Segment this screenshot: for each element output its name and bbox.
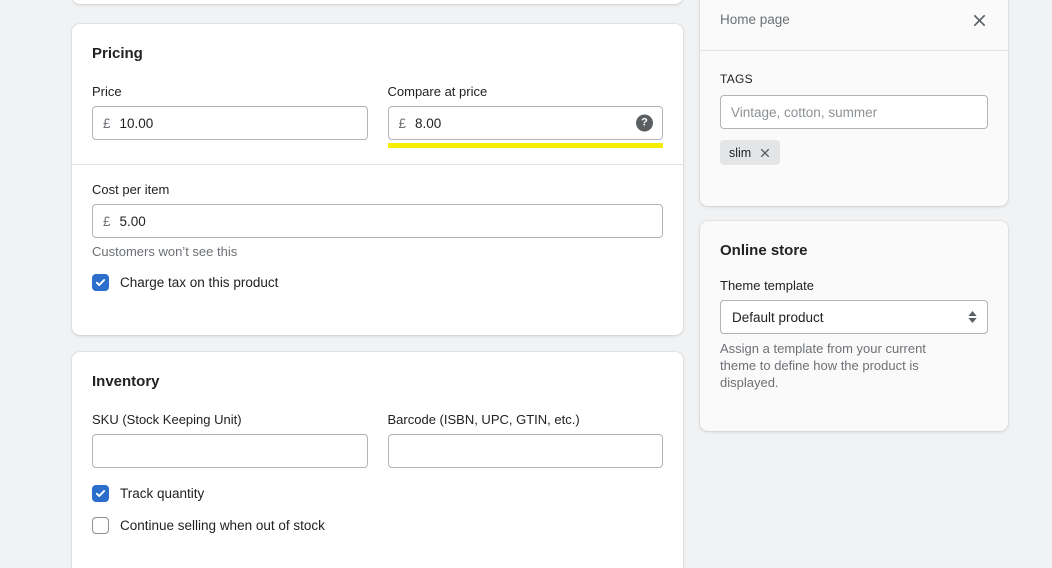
compare-at-price-currency-symbol: £: [398, 115, 407, 131]
sku-input[interactable]: [92, 434, 368, 468]
compare-at-price-label: Compare at price: [387, 84, 488, 99]
continue-selling-checkbox[interactable]: [92, 517, 109, 534]
sales-channels-card: Home page TAGS Vintage, cotton, summer s…: [700, 0, 1008, 206]
price-currency-symbol: £: [103, 115, 111, 131]
cost-per-item-label: Cost per item: [92, 182, 170, 197]
pricing-card-title: Pricing: [92, 45, 143, 62]
theme-template-selected-value: Default product: [732, 309, 824, 325]
continue-selling-checkbox-row[interactable]: Continue selling when out of stock: [92, 517, 663, 534]
cost-per-item-help-text: Customers won’t see this: [92, 244, 238, 259]
sku-field-group: SKU (Stock Keeping Unit): [92, 412, 368, 468]
track-quantity-checkbox-row[interactable]: Track quantity: [92, 485, 663, 502]
previous-card-clipped: [72, 0, 683, 4]
tags-section-label: TAGS: [720, 72, 753, 86]
continue-selling-label: Continue selling when out of stock: [120, 518, 325, 533]
compare-at-price-field-group: Compare at price £ 8.00 ?: [387, 84, 663, 148]
price-fields-row: Price £ 10.00 Compare at price £ 8.00 ?: [92, 84, 663, 148]
charge-tax-label: Charge tax on this product: [120, 275, 279, 290]
sku-label: SKU (Stock Keeping Unit): [92, 412, 242, 427]
track-quantity-checkbox[interactable]: [92, 485, 109, 502]
price-label: Price: [92, 84, 122, 99]
compare-at-price-input[interactable]: £ 8.00 ?: [387, 106, 663, 140]
compare-at-price-input-value: 8.00: [415, 115, 442, 131]
theme-template-label: Theme template: [720, 278, 814, 293]
home-page-label: Home page: [720, 12, 790, 27]
tags-input[interactable]: Vintage, cotton, summer: [720, 95, 988, 129]
tag-chip-slim[interactable]: slim: [720, 140, 781, 165]
cost-per-item-input-value: 5.00: [119, 213, 146, 229]
cost-per-item-currency-symbol: £: [103, 213, 111, 229]
inventory-card: Inventory SKU (Stock Keeping Unit) Barco…: [72, 352, 683, 568]
chevron-updown-icon: [968, 311, 977, 323]
close-icon[interactable]: [758, 146, 772, 160]
cost-per-item-input[interactable]: £ 5.00: [92, 204, 663, 238]
home-page-row[interactable]: Home page: [700, 0, 1008, 50]
pricing-card: Pricing Price £ 10.00 Compare at price £…: [72, 24, 683, 335]
price-field-group: Price £ 10.00: [92, 84, 368, 148]
online-store-card-title: Online store: [720, 242, 808, 259]
tags-input-placeholder: Vintage, cotton, summer: [731, 104, 878, 120]
close-icon[interactable]: [970, 11, 988, 29]
product-edit-page: Pricing Price £ 10.00 Compare at price £…: [0, 0, 1052, 568]
inventory-card-title: Inventory: [92, 373, 160, 390]
theme-template-help-text: Assign a template from your current them…: [720, 341, 926, 390]
question-mark-icon[interactable]: ?: [636, 114, 653, 132]
charge-tax-checkbox[interactable]: [92, 274, 109, 291]
inventory-fields-row: SKU (Stock Keeping Unit) Barcode (ISBN, …: [92, 412, 663, 468]
barcode-input[interactable]: [387, 434, 663, 468]
track-quantity-label: Track quantity: [120, 486, 205, 501]
price-input-value: 10.00: [119, 115, 154, 131]
charge-tax-checkbox-row[interactable]: Charge tax on this product: [92, 274, 663, 291]
theme-template-select[interactable]: Default product: [720, 300, 988, 334]
tags-section: TAGS Vintage, cotton, summer slim: [700, 51, 1008, 185]
barcode-label: Barcode (ISBN, UPC, GTIN, etc.): [387, 412, 580, 427]
tag-chip-label: slim: [729, 145, 752, 160]
online-store-card: Online store Theme template Default prod…: [700, 221, 1008, 431]
barcode-field-group: Barcode (ISBN, UPC, GTIN, etc.): [387, 412, 663, 468]
price-input[interactable]: £ 10.00: [92, 106, 368, 140]
compare-at-price-highlight: [387, 143, 663, 148]
